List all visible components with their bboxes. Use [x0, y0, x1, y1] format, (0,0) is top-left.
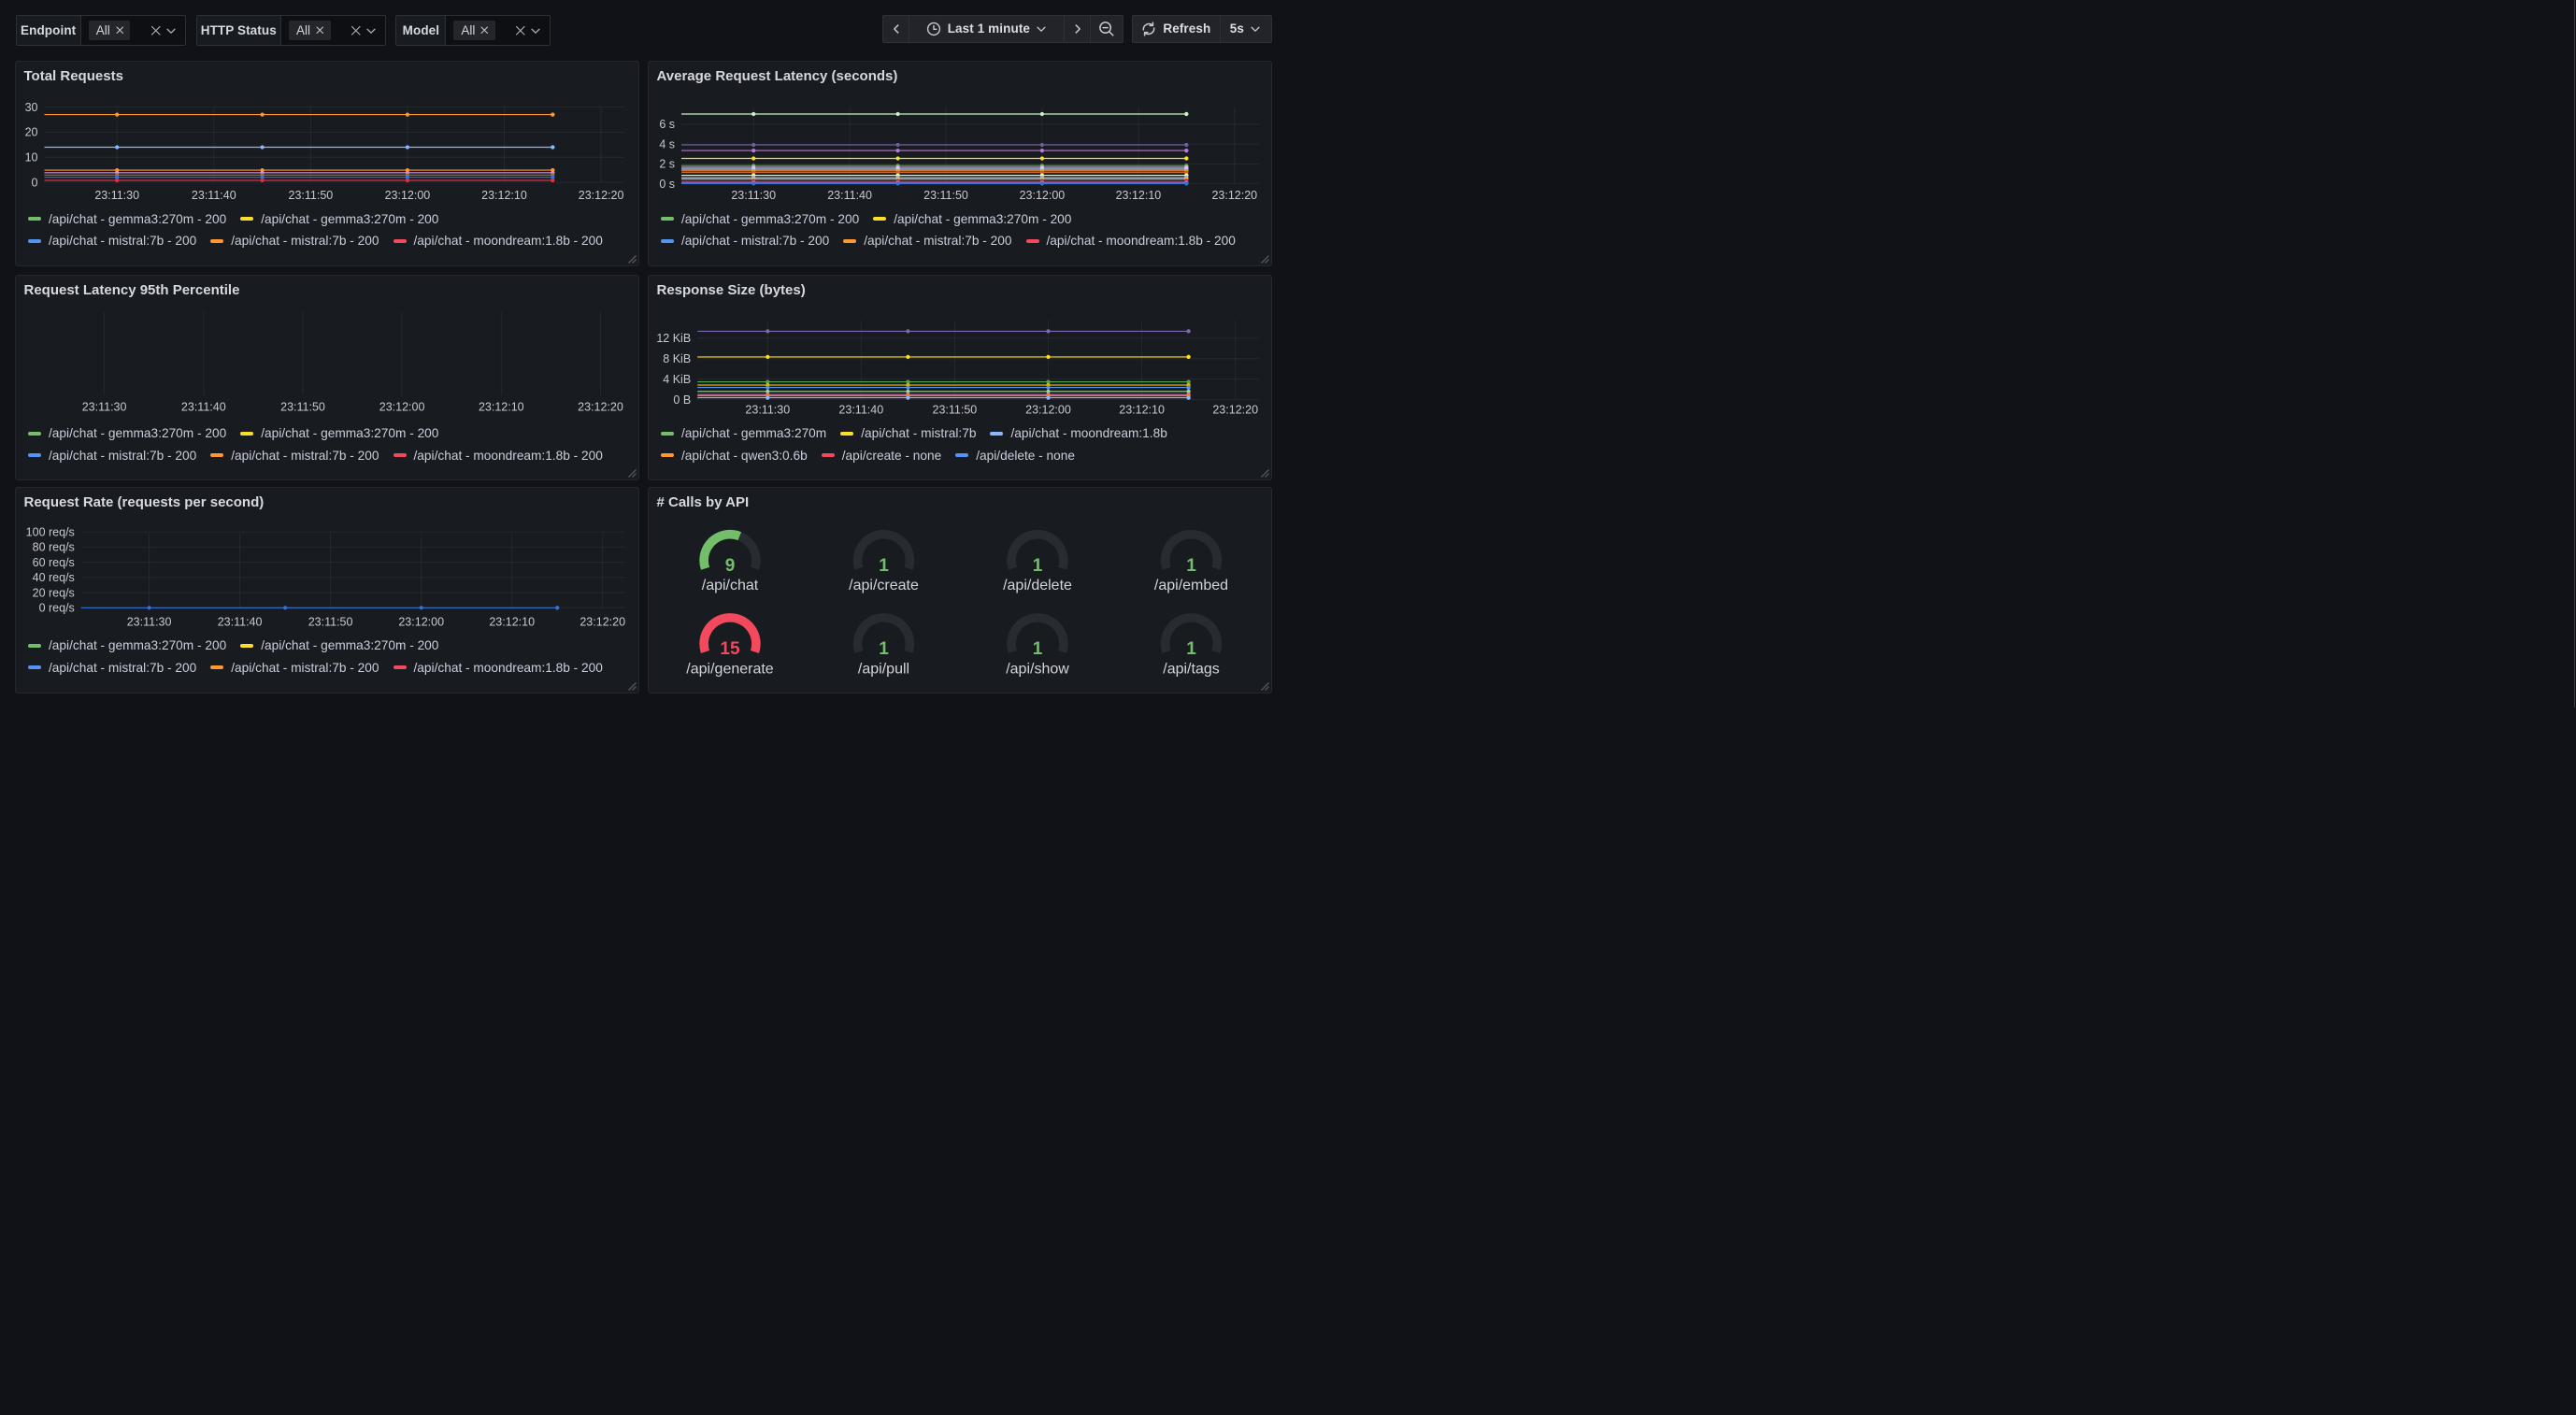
svg-text:23:11:30: 23:11:30: [94, 188, 139, 201]
svg-text:23:12:20: 23:12:20: [1211, 188, 1257, 201]
svg-text:30: 30: [24, 100, 37, 113]
svg-text:23:12:10: 23:12:10: [1115, 188, 1161, 201]
svg-text:23:11:30: 23:11:30: [745, 403, 790, 416]
svg-text:/api/create: /api/create: [849, 578, 919, 593]
svg-text:23:11:40: 23:11:40: [827, 188, 872, 201]
svg-text:0 req/s: 0 req/s: [38, 602, 74, 615]
svg-text:23:11:40: 23:11:40: [180, 400, 225, 413]
svg-text:23:12:00: 23:12:00: [384, 188, 430, 201]
svg-text:23:11:30: 23:11:30: [81, 400, 126, 413]
svg-text:10: 10: [24, 150, 37, 164]
svg-text:23:12:20: 23:12:20: [1212, 403, 1258, 416]
svg-text:/api/embed: /api/embed: [1153, 578, 1227, 593]
svg-text:23:11:40: 23:11:40: [217, 616, 262, 629]
svg-text:23:11:50: 23:11:50: [308, 616, 352, 629]
svg-text:/api/tags: /api/tags: [1163, 661, 1219, 677]
svg-text:23:12:10: 23:12:10: [1119, 403, 1165, 416]
svg-text:23:12:00: 23:12:00: [1019, 188, 1065, 201]
svg-text:23:11:40: 23:11:40: [191, 188, 236, 201]
svg-text:23:12:00: 23:12:00: [379, 400, 424, 413]
svg-text:23:12:20: 23:12:20: [578, 400, 623, 413]
svg-text:20: 20: [24, 125, 37, 138]
svg-text:/api/show: /api/show: [1006, 661, 1069, 677]
svg-text:23:12:00: 23:12:00: [398, 616, 444, 629]
svg-text:1: 1: [879, 639, 889, 659]
svg-text:9: 9: [724, 556, 735, 576]
svg-text:8 KiB: 8 KiB: [663, 352, 691, 365]
svg-text:0: 0: [31, 176, 37, 189]
svg-text:23:11:50: 23:11:50: [280, 400, 325, 413]
svg-text:6 s: 6 s: [659, 118, 675, 131]
svg-text:2 s: 2 s: [659, 157, 675, 170]
svg-text:80 req/s: 80 req/s: [32, 541, 74, 554]
svg-text:23:11:30: 23:11:30: [126, 616, 171, 629]
svg-text:/api/pull: /api/pull: [857, 661, 909, 677]
svg-text:23:12:20: 23:12:20: [580, 616, 625, 629]
svg-text:1: 1: [879, 556, 889, 576]
svg-text:15: 15: [720, 639, 740, 659]
svg-text:0 B: 0 B: [673, 393, 691, 407]
svg-text:23:12:00: 23:12:00: [1025, 403, 1071, 416]
svg-text:/api/chat: /api/chat: [701, 578, 758, 593]
svg-text:4 KiB: 4 KiB: [663, 373, 691, 386]
svg-text:23:11:50: 23:11:50: [932, 403, 977, 416]
svg-text:100 req/s: 100 req/s: [25, 525, 74, 538]
svg-text:4 s: 4 s: [659, 137, 675, 150]
svg-text:23:12:10: 23:12:10: [489, 616, 535, 629]
svg-text:12 KiB: 12 KiB: [656, 332, 691, 345]
svg-text:0 s: 0 s: [659, 177, 675, 190]
svg-text:1: 1: [1186, 639, 1196, 659]
svg-text:1: 1: [1032, 639, 1042, 659]
svg-text:23:12:10: 23:12:10: [478, 400, 523, 413]
svg-text:20 req/s: 20 req/s: [32, 586, 74, 599]
svg-text:/api/delete: /api/delete: [1003, 578, 1072, 593]
svg-text:60 req/s: 60 req/s: [32, 556, 74, 569]
svg-text:23:11:50: 23:11:50: [288, 188, 333, 201]
svg-text:23:11:40: 23:11:40: [838, 403, 883, 416]
svg-text:1: 1: [1032, 556, 1042, 576]
svg-text:23:11:30: 23:11:30: [731, 188, 776, 201]
svg-text:40 req/s: 40 req/s: [32, 571, 74, 584]
svg-text:23:11:50: 23:11:50: [923, 188, 968, 201]
svg-text:23:12:20: 23:12:20: [578, 188, 623, 201]
svg-text:/api/generate: /api/generate: [686, 661, 774, 677]
svg-text:23:12:10: 23:12:10: [481, 188, 527, 201]
svg-text:1: 1: [1186, 556, 1196, 576]
